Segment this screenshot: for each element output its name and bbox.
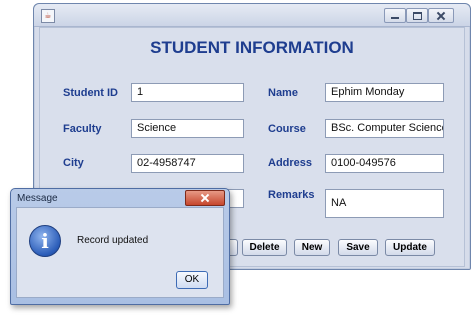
- dialog-message: Record updated: [77, 235, 149, 246]
- page-title: STUDENT INFORMATION: [150, 38, 354, 57]
- address-label: Address: [268, 157, 313, 169]
- faculty-label: Faculty: [63, 123, 102, 135]
- update-button[interactable]: Update: [385, 239, 435, 256]
- ok-button[interactable]: OK: [176, 271, 208, 289]
- dialog-body: i Record updated OK: [16, 207, 224, 298]
- new-button[interactable]: New: [294, 239, 330, 256]
- dialog-title: Message: [17, 193, 58, 204]
- remarks-field[interactable]: NA: [325, 189, 444, 218]
- message-dialog: Message i Record updated OK: [10, 188, 230, 305]
- info-icon: i: [29, 225, 61, 257]
- save-button[interactable]: Save: [338, 239, 378, 256]
- dialog-close-button[interactable]: [185, 190, 225, 206]
- java-icon: ☕: [41, 9, 55, 23]
- close-button[interactable]: [428, 8, 454, 23]
- student-id-label: Student ID: [63, 87, 118, 99]
- course-field[interactable]: BSc. Computer Science: [325, 119, 444, 138]
- remarks-label: Remarks: [268, 189, 315, 201]
- course-label: Course: [268, 123, 306, 135]
- name-field[interactable]: Ephim Monday: [325, 83, 444, 102]
- minimize-button[interactable]: [384, 8, 406, 23]
- delete-button[interactable]: Delete: [242, 239, 287, 256]
- address-field[interactable]: 0100-049576: [325, 154, 444, 173]
- city-field[interactable]: 02-4958747: [131, 154, 244, 173]
- city-label: City: [63, 157, 84, 169]
- title-bar[interactable]: ☕: [34, 4, 470, 27]
- maximize-button[interactable]: [406, 8, 428, 23]
- name-label: Name: [268, 87, 298, 99]
- faculty-field[interactable]: Science: [131, 119, 244, 138]
- student-id-field[interactable]: 1: [131, 83, 244, 102]
